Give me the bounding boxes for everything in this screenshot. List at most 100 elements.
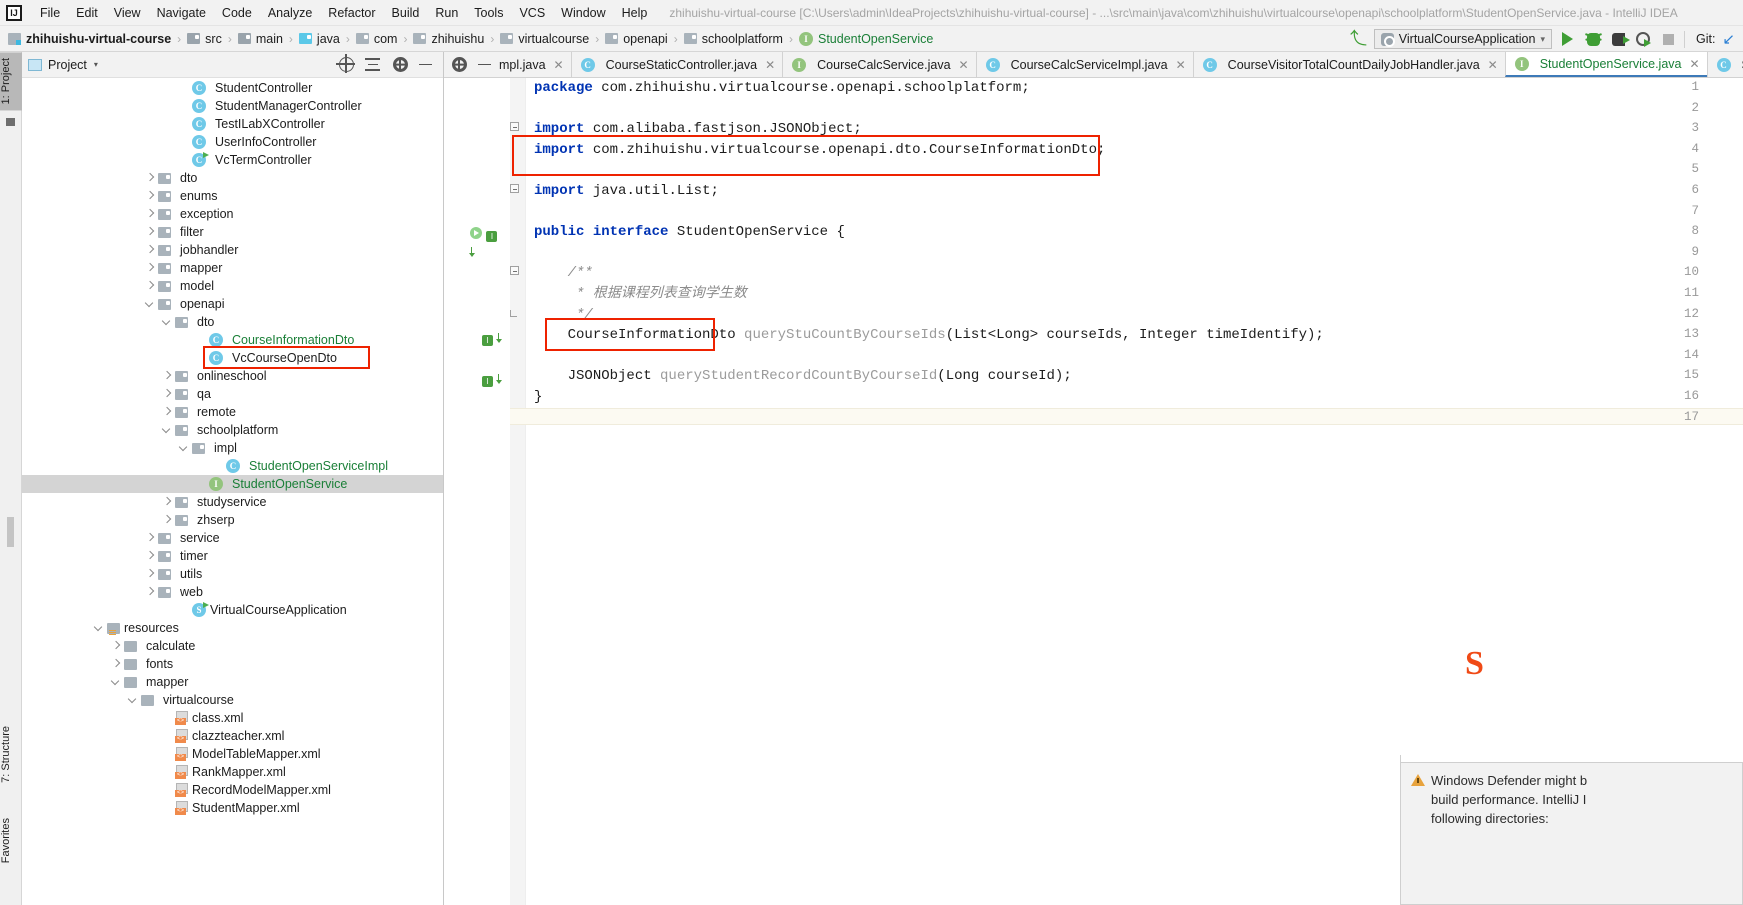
menu-navigate[interactable]: Navigate — [149, 4, 214, 22]
tree-row[interactable]: studyservice — [22, 493, 443, 511]
chevron-right-icon[interactable] — [160, 511, 175, 529]
chevron-right-icon[interactable] — [160, 385, 175, 403]
tree-scrollbar-thumb[interactable] — [7, 517, 14, 547]
code-line[interactable]: public interface StudentOpenService { — [534, 224, 845, 240]
tree-row[interactable]: C TestILabXController — [22, 115, 443, 133]
tree-row[interactable]: zhserp — [22, 511, 443, 529]
code-line[interactable]: */ — [534, 307, 593, 323]
run-with-profiler-button[interactable] — [1609, 30, 1630, 48]
menu-view[interactable]: View — [106, 4, 149, 22]
chevron-right-icon[interactable] — [143, 205, 158, 223]
tree-row[interactable]: StudentMapper.xml — [22, 799, 443, 817]
tree-row[interactable]: web — [22, 583, 443, 601]
run-button[interactable] — [1559, 30, 1577, 48]
menu-code[interactable]: Code — [214, 4, 260, 22]
sidebar-item-favorites[interactable]: Favorites — [0, 812, 22, 869]
chevron-right-icon[interactable] — [109, 655, 124, 673]
stop-button[interactable] — [1659, 30, 1677, 48]
settings-gear-icon[interactable] — [393, 57, 408, 72]
close-icon[interactable]: ✕ — [765, 58, 775, 72]
breadcrumb-item-schoolplatform[interactable]: schoolplatform — [683, 32, 783, 46]
gutter-marker-line8[interactable]: I — [469, 226, 506, 257]
tree-row[interactable]: C StudentManagerController — [22, 97, 443, 115]
chevron-down-icon[interactable] — [143, 295, 158, 313]
chevron-right-icon[interactable] — [143, 583, 158, 601]
tree-row[interactable]: qa — [22, 385, 443, 403]
sidebar-item-structure[interactable]: 7: Structure — [0, 720, 22, 789]
chevron-right-icon[interactable] — [143, 187, 158, 205]
chevron-down-icon[interactable] — [109, 673, 124, 691]
code-line[interactable]: package com.zhihuishu.virtualcourse.open… — [534, 80, 1030, 96]
collapse-all-icon[interactable] — [365, 58, 380, 71]
tree-row[interactable]: C UserInfoController — [22, 133, 443, 151]
code-line[interactable]: * 根据课程列表查询学生数 — [534, 286, 747, 302]
breadcrumb-item-zhihuishu[interactable]: zhihuishu — [413, 32, 484, 46]
code-line[interactable]: import java.util.List; — [534, 183, 719, 199]
tab-impl-java[interactable]: mpl.java ✕ — [499, 52, 571, 77]
chevron-right-icon[interactable] — [143, 277, 158, 295]
chevron-right-icon[interactable] — [143, 241, 158, 259]
chevron-down-icon[interactable] — [126, 691, 141, 709]
project-file-tree[interactable]: C StudentController C StudentManagerControl… — [22, 78, 443, 905]
tree-row[interactable]: C StudentOpenServiceImpl — [22, 457, 443, 475]
sidebar-item-project[interactable]: 1: Project — [0, 52, 22, 111]
tree-row[interactable]: C VcTermController — [22, 151, 443, 169]
implemented-gutter-icon[interactable]: I — [482, 376, 493, 387]
breadcrumb-item-com[interactable]: com — [355, 32, 397, 46]
tree-row[interactable]: calculate — [22, 637, 443, 655]
menu-window[interactable]: Window — [553, 4, 613, 22]
implementation-arrow-icon[interactable] — [496, 332, 503, 343]
breadcrumb-item-java[interactable]: java — [298, 32, 340, 46]
tree-row[interactable]: C CourseInformationDto — [22, 331, 443, 349]
code-line[interactable]: JSONObject queryStudentRecordCountByCour… — [534, 368, 1072, 384]
breadcrumb-item-main[interactable]: main — [237, 32, 283, 46]
tree-row[interactable]: mapper — [22, 259, 443, 277]
debug-button[interactable] — [1584, 30, 1602, 48]
tree-row[interactable]: C VcCourseOpenDto — [22, 349, 443, 367]
chevron-right-icon[interactable] — [109, 637, 124, 655]
editor-gutter[interactable] — [444, 78, 510, 905]
breadcrumb-item-src[interactable]: src — [187, 32, 222, 46]
tree-row[interactable]: virtualcourse — [22, 691, 443, 709]
breadcrumb-item-studentopenservice[interactable]: I StudentOpenService — [798, 31, 933, 46]
breadcrumb-item-project[interactable]: zhihuishu-virtual-course — [8, 32, 171, 46]
implemented-gutter-icon[interactable]: I — [482, 335, 493, 346]
chevron-right-icon[interactable] — [143, 223, 158, 241]
menu-vcs[interactable]: VCS — [511, 4, 553, 22]
tab-studentopenservice-java[interactable]: I StudentOpenService.java ✕ — [1504, 52, 1707, 77]
chevron-right-icon[interactable] — [143, 259, 158, 277]
code-line[interactable]: import com.zhihuishu.virtualcourse.opena… — [534, 142, 1105, 158]
menu-file[interactable]: File — [32, 4, 68, 22]
run-configuration-selector[interactable]: VirtualCourseApplication ▾ — [1373, 29, 1552, 49]
tree-row[interactable]: impl — [22, 439, 443, 457]
code-line[interactable]: /** — [534, 265, 593, 281]
tree-row[interactable]: mapper — [22, 673, 443, 691]
tree-row[interactable]: model — [22, 277, 443, 295]
menu-tools[interactable]: Tools — [466, 4, 511, 22]
menu-analyze[interactable]: Analyze — [260, 4, 320, 22]
tree-row[interactable]: dto — [22, 169, 443, 187]
close-icon[interactable]: ✕ — [1488, 58, 1498, 72]
editor-fold-column[interactable] — [510, 78, 526, 905]
tab-coursestaticcontroller-java[interactable]: C CourseStaticController.java ✕ — [570, 52, 783, 77]
breadcrumb-item-openapi[interactable]: openapi — [605, 32, 668, 46]
chevron-down-icon[interactable] — [92, 619, 107, 637]
tab-coursevisitortotalcountdailyjobhandler-java[interactable]: C CourseVisitorTotalCountDailyJobHandler… — [1192, 52, 1505, 77]
tree-row[interactable]: utils — [22, 565, 443, 583]
tree-row[interactable]: remote — [22, 403, 443, 421]
close-icon[interactable]: ✕ — [959, 58, 969, 72]
close-icon[interactable]: ✕ — [554, 58, 564, 72]
tree-row[interactable]: onlineschool — [22, 367, 443, 385]
chevron-right-icon[interactable] — [143, 565, 158, 583]
tree-row[interactable]: resources — [22, 619, 443, 637]
tree-row[interactable]: I StudentOpenService — [22, 475, 443, 493]
chevron-right-icon[interactable] — [143, 547, 158, 565]
chevron-down-icon[interactable] — [160, 313, 175, 331]
gutter-marker-line15[interactable]: I — [482, 371, 518, 387]
close-icon[interactable]: ✕ — [1689, 57, 1699, 71]
tree-row[interactable]: timer — [22, 547, 443, 565]
menu-help[interactable]: Help — [614, 4, 656, 22]
chevron-down-icon[interactable] — [177, 439, 192, 457]
run-with-coverage-button[interactable] — [1634, 30, 1652, 48]
tree-row[interactable]: fonts — [22, 655, 443, 673]
